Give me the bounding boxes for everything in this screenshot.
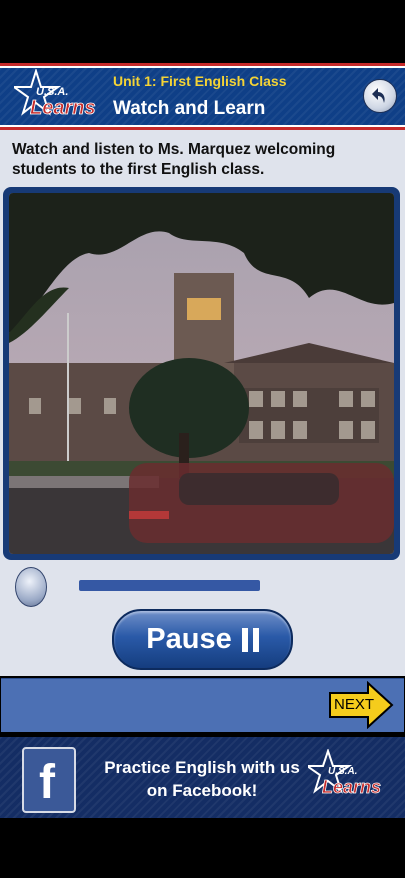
progress-fill [79,580,260,591]
svg-text:U.S.A.: U.S.A. [328,766,357,777]
app-screen: U.S.A. Learns Unit 1: First English Clas… [0,0,405,878]
usa-learns-footer-logo: U.S.A. Learns [308,749,381,797]
usa-learns-logo: U.S.A. Learns [14,69,96,119]
next-label: NEXT [334,696,375,713]
nav-bar-inner: NEXT [1,678,404,732]
facebook-icon[interactable]: f [22,747,76,813]
svg-text:Learns: Learns [322,777,381,797]
playback-toggle[interactable] [15,567,47,607]
nav-bar: NEXT [0,676,405,733]
back-button[interactable] [363,79,397,113]
next-button[interactable]: NEXT [328,681,394,729]
video-player[interactable] [9,193,394,554]
instruction-text: Watch and listen to Ms. Marquez welcomin… [12,141,336,178]
screen-title: Watch and Learn [113,98,266,119]
progress-bar[interactable] [79,580,260,591]
lesson-content: Watch and listen to Ms. Marquez welcomin… [0,130,405,676]
header-banner: U.S.A. Learns Unit 1: First English Clas… [0,63,405,130]
pause-button[interactable]: Pause [112,609,293,670]
pause-label: Pause [146,623,232,655]
pause-icon [241,627,259,652]
back-arrow-icon [372,88,385,103]
video-frame[interactable] [3,187,400,560]
facebook-promo-text[interactable]: Practice English with us on Facebook! [103,756,301,802]
svg-text:Learns: Learns [30,97,96,119]
unit-title: Unit 1: First English Class [113,73,287,89]
video-scene [9,193,394,554]
facebook-banner[interactable]: f Practice English with us on Facebook! … [0,737,405,818]
